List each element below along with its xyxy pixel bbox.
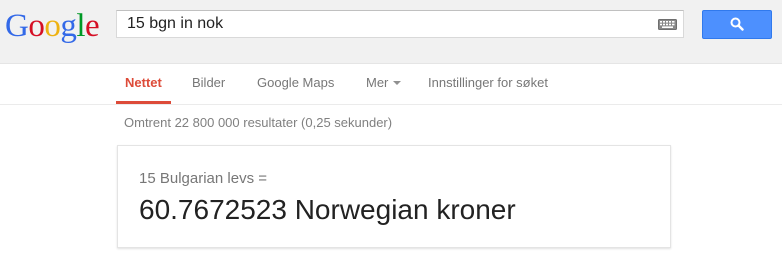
search-button[interactable] [702, 10, 772, 39]
tab-bilder[interactable]: Bilder [192, 64, 225, 104]
tab-nettet[interactable]: Nettet [116, 64, 171, 104]
logo-letter-g2: g [60, 8, 77, 44]
converter-result: 60.7672523 Norwegian kroner [139, 194, 516, 225]
chevron-down-icon [393, 80, 402, 85]
converter-query: 15 Bulgarian levs = [139, 170, 267, 187]
tab-mer-label: Mer [366, 75, 389, 90]
logo-letter-o2: o [44, 8, 61, 44]
tab-google-maps[interactable]: Google Maps [257, 64, 334, 104]
tab-mer[interactable]: Mer [366, 64, 402, 104]
search-box [116, 10, 684, 38]
currency-converter-card: 15 Bulgarian levs = 60.7672523 Norwegian… [117, 145, 671, 248]
search-icon [730, 17, 744, 31]
logo-letter-g: G [5, 8, 29, 44]
keyboard-icon[interactable] [658, 19, 677, 30]
result-stats: Omtrent 22 800 000 resultater (0,25 seku… [124, 115, 393, 130]
tab-search-settings[interactable]: Innstillinger for søket [428, 64, 548, 104]
logo-letter-o1: o [28, 8, 45, 44]
search-input[interactable] [127, 11, 647, 37]
top-bar: Google [0, 0, 782, 64]
logo-letter-l: l [76, 8, 86, 44]
logo-letter-e: e [85, 8, 100, 44]
search-tabs: Nettet Bilder Google Maps Mer Innstillin… [0, 64, 782, 105]
google-logo[interactable]: Google [5, 6, 100, 46]
